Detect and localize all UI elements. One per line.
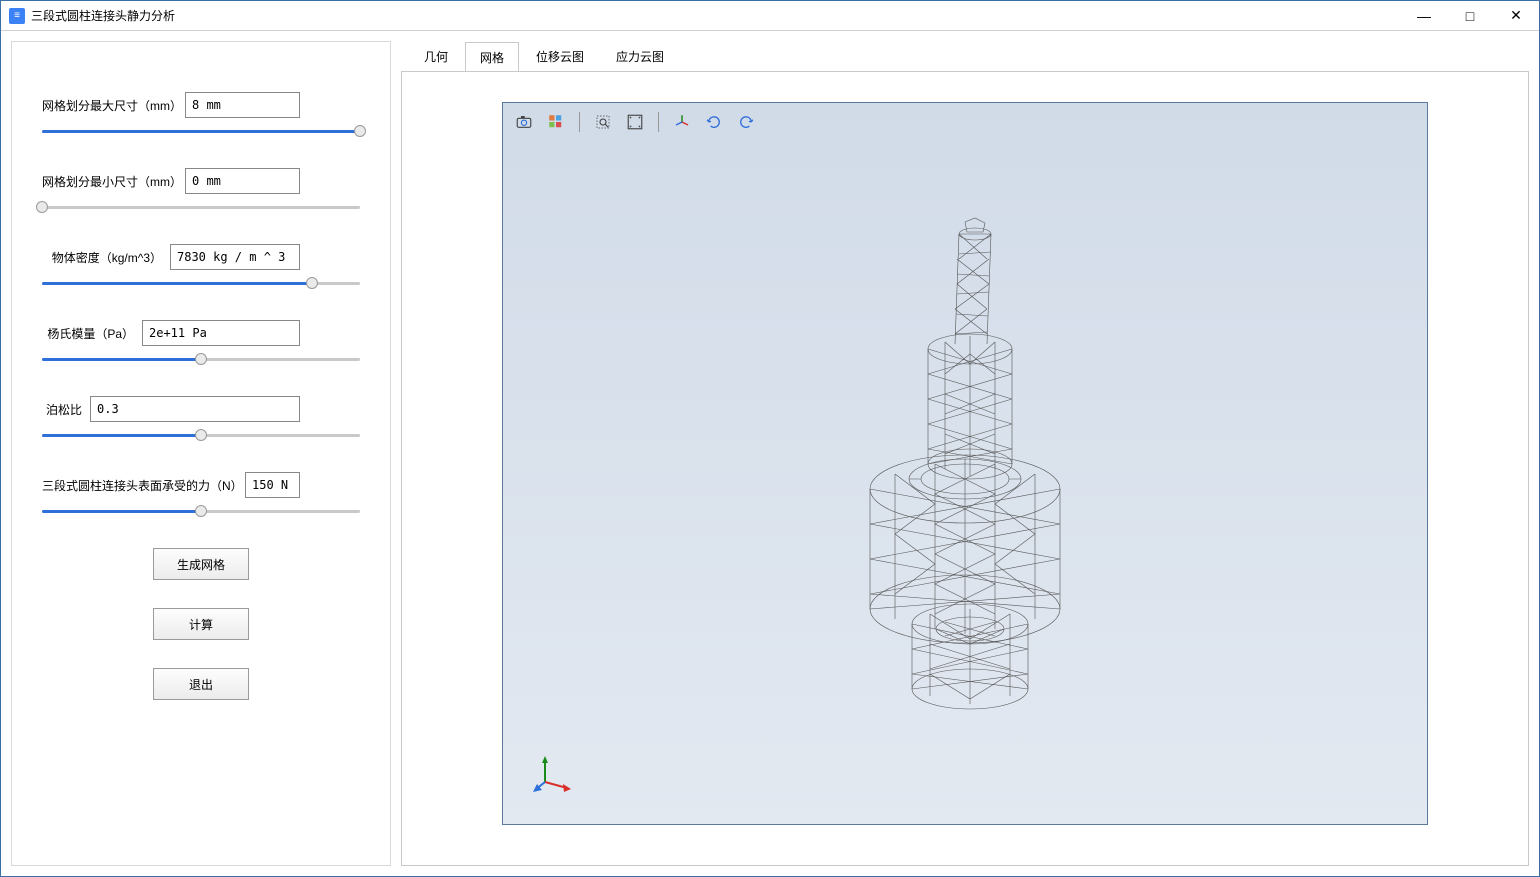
zoom-box-icon[interactable] — [592, 111, 614, 133]
camera-icon[interactable] — [513, 111, 535, 133]
mesh-min-slider[interactable] — [42, 200, 360, 214]
maximize-button[interactable]: □ — [1447, 1, 1493, 31]
generate-mesh-button[interactable]: 生成网格 — [153, 548, 249, 580]
viewport-toolbar — [509, 109, 761, 135]
density-input[interactable] — [170, 244, 300, 270]
mesh-max-slider[interactable] — [42, 124, 360, 138]
rotate-left-icon[interactable] — [703, 111, 725, 133]
minimize-button[interactable]: — — [1401, 1, 1447, 31]
youngs-slider[interactable] — [42, 352, 360, 366]
mesh-viewport[interactable] — [502, 102, 1428, 825]
window-title: 三段式圆柱连接头静力分析 — [31, 7, 175, 24]
calculate-button[interactable]: 计算 — [153, 608, 249, 640]
mesh-min-label: 网格划分最小尺寸（mm） — [42, 173, 177, 190]
poisson-label: 泊松比 — [42, 401, 82, 418]
app-icon: ≡ — [9, 8, 25, 24]
tab-mesh[interactable]: 网格 — [465, 42, 519, 72]
rotate-right-icon[interactable] — [735, 111, 757, 133]
palette-icon[interactable] — [545, 111, 567, 133]
close-button[interactable]: ✕ — [1493, 1, 1539, 31]
mesh-max-input[interactable] — [185, 92, 300, 118]
density-label: 物体密度（kg/m^3） — [42, 249, 162, 266]
youngs-input[interactable] — [142, 320, 300, 346]
tab-stress[interactable]: 应力云图 — [601, 41, 679, 71]
mesh-wireframe — [805, 214, 1125, 714]
mesh-min-input[interactable] — [185, 168, 300, 194]
fit-screen-icon[interactable] — [624, 111, 646, 133]
poisson-slider[interactable] — [42, 428, 360, 442]
tab-geometry[interactable]: 几何 — [409, 41, 463, 71]
result-panel: 几何 网格 位移云图 应力云图 — [401, 41, 1529, 866]
mesh-max-label: 网格划分最大尺寸（mm） — [42, 97, 177, 114]
force-label: 三段式圆柱连接头表面承受的力（N） — [42, 477, 237, 494]
result-tabs: 几何 网格 位移云图 应力云图 — [401, 41, 1529, 71]
density-slider[interactable] — [42, 276, 360, 290]
parameter-panel: 网格划分最大尺寸（mm） 网格划分最小尺寸（mm） 物体密度（kg/m^3） — [11, 41, 391, 866]
force-input[interactable] — [245, 472, 300, 498]
exit-button[interactable]: 退出 — [153, 668, 249, 700]
poisson-input[interactable] — [90, 396, 300, 422]
axes-icon[interactable] — [671, 111, 693, 133]
titlebar: ≡ 三段式圆柱连接头静力分析 — □ ✕ — [1, 1, 1539, 31]
axis-gizmo-icon — [533, 754, 573, 794]
tab-displacement[interactable]: 位移云图 — [521, 41, 599, 71]
youngs-label: 杨氏模量（Pa） — [42, 325, 134, 342]
force-slider[interactable] — [42, 504, 360, 518]
